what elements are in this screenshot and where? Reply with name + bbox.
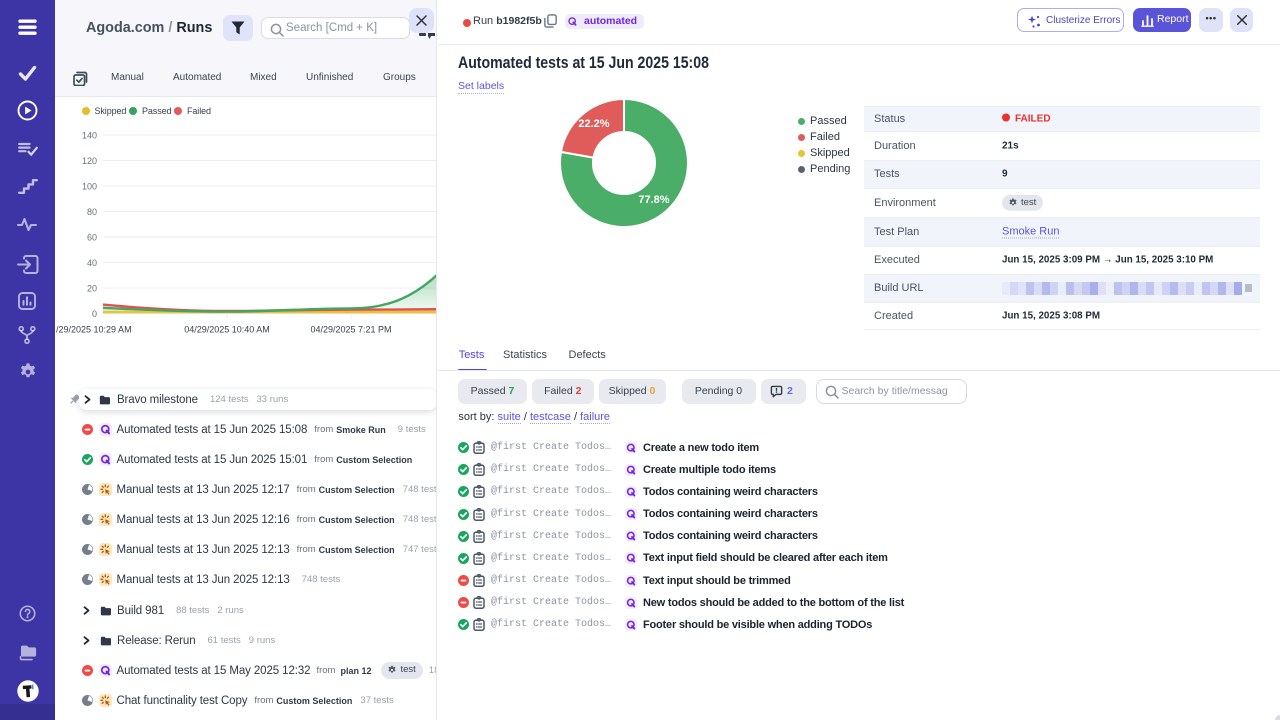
svg-text:77.8%: 77.8% [638,194,669,206]
svg-text:80: 80 [87,207,97,217]
svg-text:20: 20 [87,284,97,294]
svg-text:0: 0 [92,309,97,319]
svg-text:/29/2025 10:29 AM: /29/2025 10:29 AM [56,325,132,335]
svg-text:120: 120 [82,156,97,166]
svg-text:04/29/2025 10:40 AM: 04/29/2025 10:40 AM [184,325,270,335]
svg-text:04/29/2025 7:21 PM: 04/29/2025 7:21 PM [310,325,391,335]
svg-text:100: 100 [82,182,97,192]
svg-text:22.2%: 22.2% [578,118,609,130]
svg-text:60: 60 [87,233,97,243]
svg-text:40: 40 [87,258,97,268]
svg-text:140: 140 [82,131,97,141]
